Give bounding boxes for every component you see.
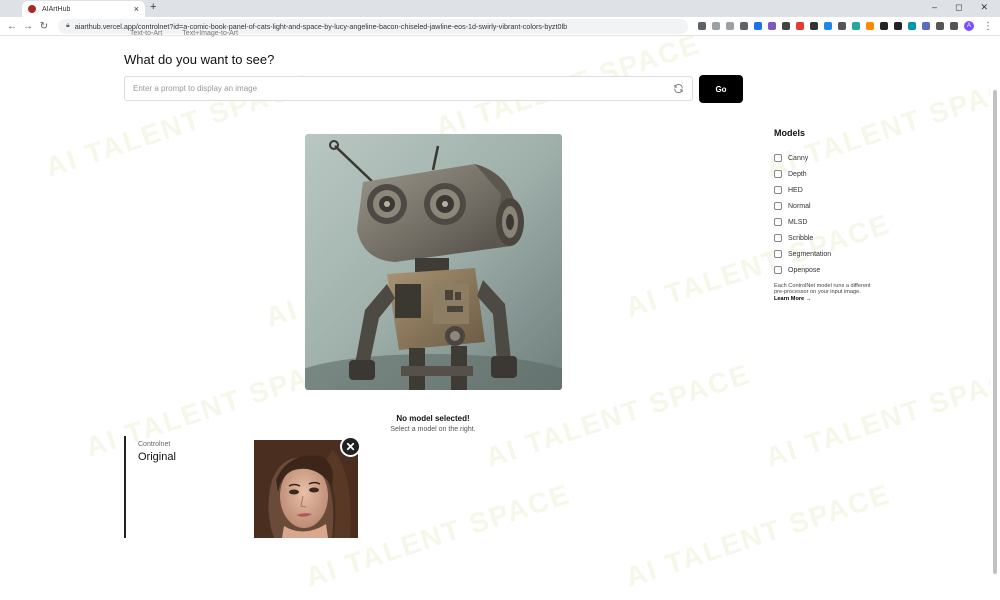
extension-icon[interactable] — [754, 22, 762, 30]
reload-icon[interactable]: ↻ — [36, 21, 52, 32]
maximize-button[interactable]: ◻ — [955, 2, 962, 13]
models-note-text: Each ControlNet model runs a different p… — [774, 283, 871, 296]
extension-icon[interactable] — [866, 22, 874, 30]
checkbox[interactable] — [774, 250, 782, 258]
checkbox[interactable] — [774, 202, 782, 210]
result-image — [305, 134, 562, 390]
watermark-text: AI TALENT SPACE — [761, 358, 1000, 473]
menu-icon[interactable]: ⋮ — [980, 21, 996, 32]
extension-icon[interactable] — [908, 22, 916, 30]
page-title: What do you want to see? — [124, 52, 275, 67]
model-list: Canny Depth HED Normal MLSD Scribble Seg… — [774, 150, 831, 278]
refresh-icon[interactable] — [673, 83, 684, 94]
checkbox[interactable] — [774, 266, 782, 274]
extension-icon[interactable] — [922, 22, 930, 30]
model-label: HED — [788, 186, 803, 194]
model-item-scribble[interactable]: Scribble — [774, 230, 831, 246]
model-item-mlsd[interactable]: MLSD — [774, 214, 831, 230]
model-item-depth[interactable]: Depth — [774, 166, 831, 182]
model-label: Openpose — [788, 266, 821, 274]
status-subtitle: Select a model on the right. — [390, 426, 476, 433]
model-item-segmentation[interactable]: Segmentation — [774, 246, 831, 262]
extension-icon[interactable] — [838, 22, 846, 30]
checkbox[interactable] — [774, 218, 782, 226]
tab-title: AIArtHub — [42, 5, 71, 13]
checkbox[interactable] — [774, 170, 782, 178]
models-title: Models — [774, 128, 806, 138]
portrait-image — [254, 440, 358, 538]
status-title: No model selected! — [396, 414, 470, 423]
checkbox[interactable] — [774, 234, 782, 242]
tab-close-icon[interactable]: × — [134, 4, 139, 14]
star-icon[interactable] — [726, 22, 734, 30]
browser-tabbar: AIArtHub × + – ◻ ✕ — [0, 0, 1000, 17]
page-scrollbar[interactable] — [990, 36, 1000, 600]
remove-image-button[interactable] — [340, 436, 361, 457]
scrollbar-thumb[interactable] — [993, 90, 997, 574]
window-controls: – ◻ ✕ — [932, 2, 988, 13]
model-label: Normal — [788, 202, 811, 210]
extension-icon[interactable] — [740, 22, 748, 30]
extension-icon[interactable] — [824, 22, 832, 30]
extension-icon[interactable] — [894, 22, 902, 30]
extension-icon[interactable] — [768, 22, 776, 30]
robot-image — [305, 134, 562, 390]
tab-text-to-art[interactable]: Text-to-Art — [130, 30, 162, 37]
avatar[interactable]: A — [964, 21, 974, 31]
models-note: Each ControlNet model runs a different p… — [774, 283, 874, 302]
model-item-normal[interactable]: Normal — [774, 198, 831, 214]
model-label: Canny — [788, 154, 809, 162]
nav-buttons: ← → ↻ — [4, 21, 52, 32]
eye-icon[interactable] — [698, 22, 706, 30]
model-item-openpose[interactable]: Openpose — [774, 262, 831, 278]
input-image — [254, 440, 358, 538]
browser-tab[interactable]: AIArtHub × — [22, 1, 145, 17]
lock-icon: 🔒︎ — [66, 22, 70, 29]
extension-icon[interactable] — [880, 22, 888, 30]
puzzle-icon[interactable] — [936, 22, 944, 30]
learn-more-link[interactable]: Learn More → — [774, 296, 811, 302]
sidepanel-icon[interactable] — [950, 22, 958, 30]
model-item-canny[interactable]: Canny — [774, 150, 831, 166]
model-label: Scribble — [788, 234, 814, 242]
new-tab-button[interactable]: + — [150, 1, 156, 13]
share-icon[interactable] — [712, 22, 720, 30]
watermark-text: AI TALENT SPACE — [621, 208, 895, 323]
forward-arrow-icon[interactable]: → — [20, 21, 36, 32]
watermark-text: AI TALENT SPACE — [621, 478, 895, 593]
checkbox[interactable] — [774, 154, 782, 162]
tab-text-image-to-art[interactable]: Text+Image-to-Art — [182, 30, 238, 37]
extension-icon[interactable] — [796, 22, 804, 30]
extension-icon[interactable] — [782, 22, 790, 30]
prompt-input[interactable] — [124, 76, 693, 101]
close-window-button[interactable]: ✕ — [980, 2, 988, 13]
checkbox[interactable] — [774, 186, 782, 194]
model-item-hed[interactable]: HED — [774, 182, 831, 198]
close-icon — [346, 442, 355, 451]
favicon-icon — [28, 5, 36, 13]
controlnet-label: Controlnet — [138, 441, 171, 448]
minimize-button[interactable]: – — [932, 2, 937, 13]
go-button[interactable]: Go — [699, 75, 743, 103]
back-arrow-icon[interactable]: ← — [4, 21, 20, 32]
controlnet-divider — [124, 436, 126, 538]
model-label: MLSD — [788, 218, 808, 226]
extension-icon[interactable] — [810, 22, 818, 30]
model-label: Depth — [788, 170, 807, 178]
mode-tabs: Text-to-Art Text+Image-to-Art — [130, 30, 238, 37]
extension-icon[interactable] — [852, 22, 860, 30]
extension-icons: A ⋮ — [698, 21, 996, 32]
controlnet-title: Original — [138, 451, 176, 463]
model-label: Segmentation — [788, 250, 832, 258]
